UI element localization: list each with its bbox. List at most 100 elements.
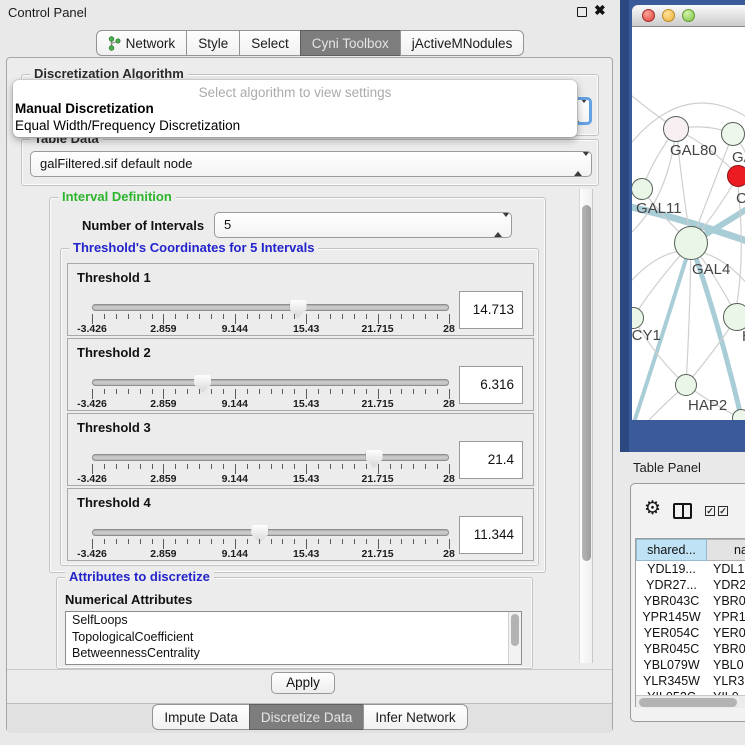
network-node[interactable]	[632, 178, 653, 200]
tick-label: -3.426	[77, 323, 107, 335]
close-icon[interactable]: ✖	[594, 2, 606, 19]
table-cell-shared-name: YBL079W	[636, 657, 707, 673]
network-canvas[interactable]: GAL80GACGAL11GAL4GCY1HHAP2	[632, 27, 745, 420]
tick-mark	[199, 464, 200, 469]
table-cell-shared-name: YLR345W	[636, 673, 707, 689]
network-node[interactable]	[723, 303, 745, 331]
tick-mark	[271, 314, 272, 319]
tick-mark	[259, 464, 260, 469]
content-scrollbar[interactable]	[579, 189, 593, 663]
table-row[interactable]: YER054CYER0	[636, 625, 745, 641]
zoom-traffic-light[interactable]	[682, 9, 695, 22]
table-hscrollbar[interactable]	[636, 695, 745, 708]
tick-mark	[425, 464, 426, 469]
table-cell-name: YBR0	[707, 641, 745, 657]
columns-icon[interactable]	[673, 503, 692, 519]
table-data-combobox[interactable]: galFiltered.sif default node	[30, 151, 592, 177]
network-node[interactable]	[727, 165, 745, 187]
tick-label: 2.859	[150, 473, 176, 485]
network-node-label: GAL80	[670, 142, 717, 159]
slider-track[interactable]	[92, 379, 449, 386]
attributes-scrollbar[interactable]	[508, 612, 521, 664]
network-node[interactable]	[663, 116, 689, 142]
table-row[interactable]: YDR27...YDR2	[636, 577, 745, 593]
tick-mark	[175, 389, 176, 394]
tick-mark	[152, 464, 153, 469]
apply-button[interactable]: Apply	[271, 672, 335, 694]
tick-mark	[152, 389, 153, 394]
tab-cyni-toolbox[interactable]: Cyni Toolbox	[300, 30, 401, 56]
tick-mark	[342, 314, 343, 319]
tick-mark	[140, 314, 141, 319]
table-cell-shared-name: YBR045C	[636, 641, 707, 657]
slider-track[interactable]	[92, 304, 449, 311]
threshold-panel: Threshold 1-3.4262.8599.14415.4321.71528…	[67, 263, 534, 336]
numerical-attributes-list[interactable]: SelfLoopsTopologicalCoefficientBetweenne…	[65, 611, 522, 665]
slider-ticks	[92, 539, 449, 549]
table-cell-name: YBR0	[707, 593, 745, 609]
network-node[interactable]	[721, 122, 745, 146]
algorithm-popup-hint: Select algorithm to view settings	[13, 85, 577, 100]
checkbox-icon[interactable]: ✓	[705, 506, 715, 516]
table-row[interactable]: YPR145WYPR1	[636, 609, 745, 625]
tab-style[interactable]: Style	[186, 30, 240, 56]
threshold-label: Threshold 4	[77, 495, 151, 510]
slider-track[interactable]	[92, 529, 449, 536]
tab-jactivemnodules[interactable]: jActiveMNodules	[400, 30, 525, 56]
network-window-titlebar[interactable]	[632, 5, 745, 27]
node-table: shared... na YDL19...YDL1YDR27...YDR2YBR…	[635, 538, 745, 707]
network-node[interactable]	[732, 409, 745, 420]
threshold-value-field[interactable]: 11.344	[459, 516, 523, 554]
control-panel-window: Control Panel ✖ Network Style Select	[0, 0, 620, 745]
algorithm-option-manual[interactable]: Manual Discretization	[15, 101, 154, 116]
threshold-value-field[interactable]: 6.316	[459, 366, 523, 404]
tick-mark	[259, 539, 260, 544]
tick-label: 21.715	[362, 473, 394, 485]
tick-mark	[140, 464, 141, 469]
tab-infer-network[interactable]: Infer Network	[363, 704, 467, 730]
threshold-value-field[interactable]: 14.713	[459, 291, 523, 329]
tick-mark	[354, 539, 355, 544]
algorithm-option-equal-width[interactable]: Equal Width/Frequency Discretization	[15, 118, 240, 133]
network-node[interactable]	[675, 374, 697, 396]
number-of-intervals-combobox[interactable]: 5	[214, 212, 512, 238]
tick-mark	[247, 539, 248, 544]
gear-icon[interactable]: ⚙	[644, 499, 661, 518]
tick-mark	[187, 314, 188, 319]
table-cell-name: YER0	[707, 625, 745, 641]
close-traffic-light[interactable]	[642, 9, 655, 22]
network-node[interactable]	[674, 226, 708, 260]
tab-network[interactable]: Network	[96, 30, 188, 56]
float-window-icon[interactable]	[577, 7, 587, 17]
slider-track[interactable]	[92, 454, 449, 461]
list-item[interactable]: TopologicalCoefficient	[66, 629, 521, 646]
list-item[interactable]: SelfLoops	[66, 612, 521, 629]
tick-label: 2.859	[150, 323, 176, 335]
table-row[interactable]: YLR345WYLR3	[636, 673, 745, 689]
table-hscrollbar-thumb[interactable]	[639, 698, 737, 707]
attributes-scrollbar-thumb[interactable]	[511, 614, 519, 646]
tick-mark	[401, 389, 402, 394]
tick-mark	[223, 464, 224, 469]
tab-jactivemnodules-label: jActiveMNodules	[412, 36, 513, 51]
table-row[interactable]: YBL079WYBL0	[636, 657, 745, 673]
tick-mark	[354, 314, 355, 319]
tick-mark	[128, 314, 129, 319]
table-row[interactable]: YBR045CYBR0	[636, 641, 745, 657]
tab-impute-data[interactable]: Impute Data	[152, 704, 250, 730]
tick-mark	[413, 314, 414, 319]
threshold-label: Threshold 2	[77, 345, 151, 360]
table-row[interactable]: YDL19...YDL1	[636, 561, 745, 577]
list-item[interactable]: BetweennessCentrality	[66, 645, 521, 662]
table-row[interactable]: YBR043CYBR0	[636, 593, 745, 609]
content-scrollbar-thumb[interactable]	[582, 205, 591, 561]
tab-select[interactable]: Select	[239, 30, 301, 56]
tab-discretize-data[interactable]: Discretize Data	[249, 704, 365, 730]
threshold-value-field[interactable]: 21.4	[459, 441, 523, 479]
top-tab-bar: Network Style Select Cyni Toolbox jActiv…	[0, 30, 620, 56]
tick-label: 15.43	[293, 473, 319, 485]
column-header-shared[interactable]: shared...	[636, 539, 707, 561]
column-header-name[interactable]: na	[707, 539, 745, 561]
checkbox-icon[interactable]: ✓	[718, 506, 728, 516]
minimize-traffic-light[interactable]	[662, 9, 675, 22]
